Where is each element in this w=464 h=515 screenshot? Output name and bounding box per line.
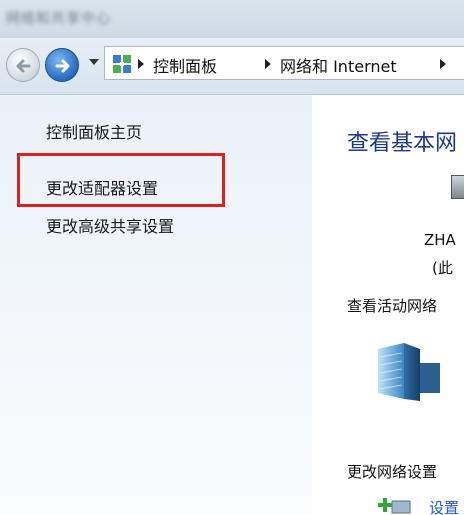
back-button[interactable] [6, 48, 40, 82]
main-content: 查看基本网 ZHA (此 查看活动网络 更改网络设置 设置 [312, 95, 464, 515]
chevron-down-icon[interactable] [89, 59, 99, 65]
breadcrumb-separator-icon[interactable] [138, 59, 144, 69]
setup-new-connection-link[interactable]: 设置 [429, 497, 459, 515]
forward-arrow-icon [55, 59, 70, 73]
breadcrumb-control-panel[interactable]: 控制面板 [153, 53, 217, 77]
breadcrumb-separator-icon[interactable] [440, 59, 446, 69]
control-panel-icon [113, 55, 131, 73]
this-computer-label: (此 [432, 259, 453, 277]
breadcrumb-network-internet[interactable]: 网络和 Internet [280, 53, 397, 77]
left-task-pane: 控制面板主页 更改适配器设置 更改高级共享设置 [0, 95, 312, 515]
computer-name: ZHA [424, 231, 456, 249]
forward-button[interactable] [45, 48, 79, 82]
add-connection-icon [378, 498, 411, 514]
navigation-bar: 控制面板 网络和 Internet [0, 38, 464, 95]
change-advanced-sharing-link[interactable]: 更改高级共享设置 [46, 213, 174, 237]
address-bar[interactable]: 控制面板 网络和 Internet [104, 46, 464, 80]
control-panel-home-link[interactable]: 控制面板主页 [46, 119, 142, 143]
back-arrow-icon [16, 59, 31, 73]
title-bar: 网络和共享中心 [0, 0, 464, 38]
window-title: 网络和共享中心 [6, 11, 111, 27]
network-building-icon [378, 343, 440, 401]
change-network-settings-label: 更改网络设置 [347, 463, 438, 481]
change-adapter-settings-link[interactable]: 更改适配器设置 [46, 175, 158, 199]
page-title: 查看基本网 [347, 131, 458, 156]
computer-icon [451, 175, 464, 199]
active-networks-label: 查看活动网络 [347, 297, 438, 315]
breadcrumb-separator-icon[interactable] [265, 59, 271, 69]
